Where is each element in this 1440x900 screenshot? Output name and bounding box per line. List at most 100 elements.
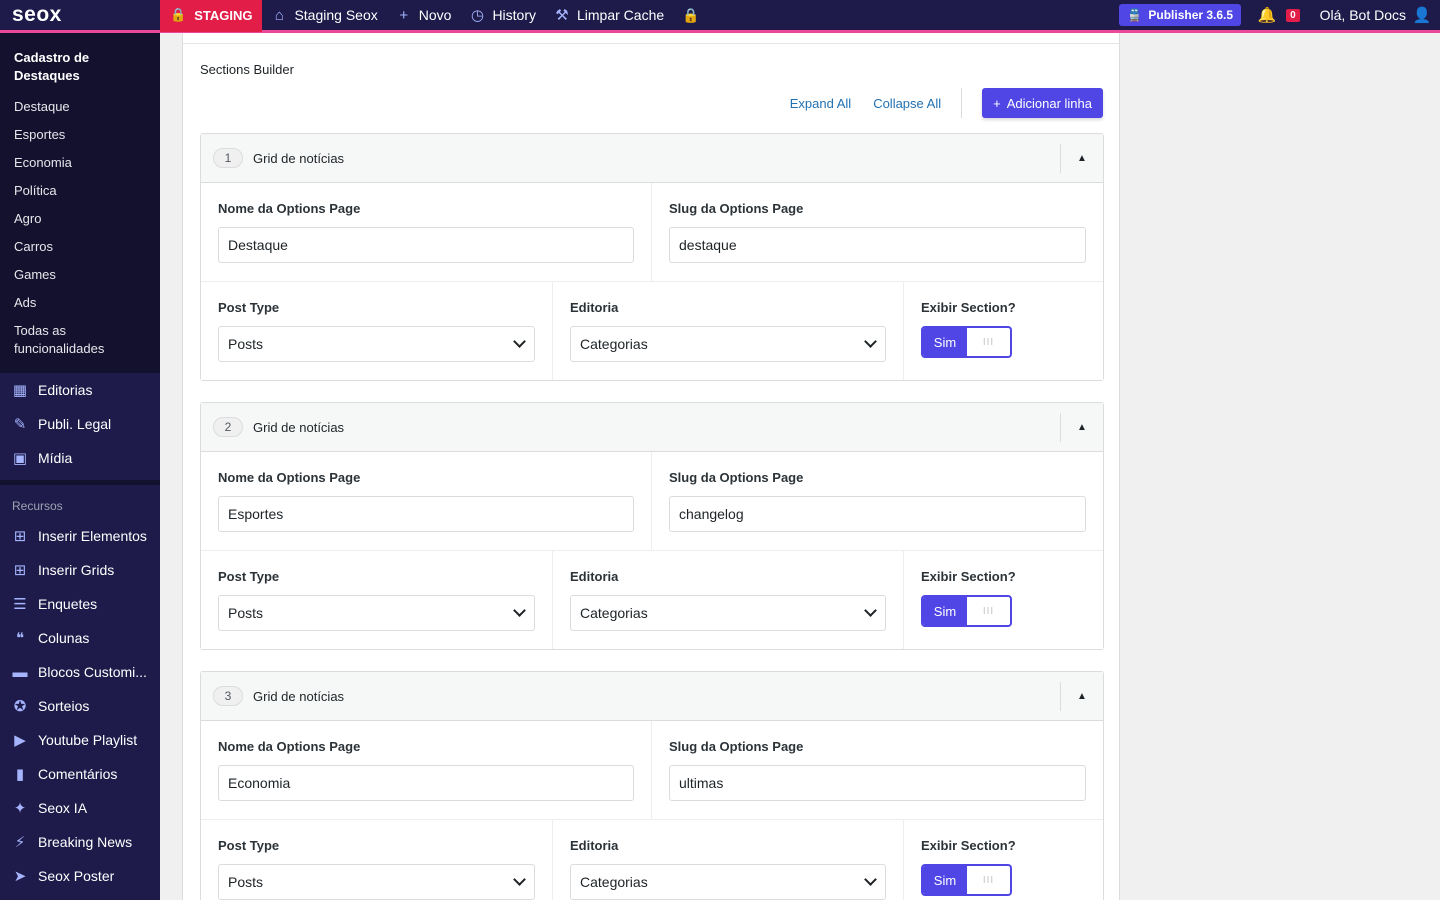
section-label-recursos: Recursos <box>12 499 63 513</box>
sidebar-item-midia[interactable]: ▣ Mídia <box>0 441 160 475</box>
lock-toggle[interactable]: 🔒 <box>673 0 708 32</box>
submenu-title[interactable]: Cadastro de Destaques <box>0 49 160 85</box>
row-number: 1 <box>213 148 243 168</box>
row-header[interactable]: 3 Grid de notícias ▲ <box>201 672 1103 721</box>
row-header[interactable]: 1 Grid de notícias ▲ <box>201 134 1103 183</box>
sidebar-item-enquetes[interactable]: ☰ Enquetes <box>0 587 160 621</box>
sidebar-item-seox-ia[interactable]: ✦ Seox IA <box>0 791 160 825</box>
chevron-down-icon <box>513 873 526 886</box>
publisher-badge[interactable]: 🚆 Publisher 3.6.5 <box>1119 4 1242 26</box>
slug-label: Slug da Options Page <box>669 470 804 485</box>
show-toggle[interactable]: Sim III <box>921 326 1012 358</box>
sidebar-item-seox-poster[interactable]: ➤ Seox Poster <box>0 859 160 893</box>
slug-label: Slug da Options Page <box>669 201 804 216</box>
editoria-label: Editoria <box>570 300 619 315</box>
sidebar-item-comentarios[interactable]: ▮ Comentários <box>0 757 160 791</box>
add-grid-icon: ⊞ <box>13 562 27 579</box>
new-label: Novo <box>418 7 452 23</box>
sidebar-item-publi-legal[interactable]: ✎ Publi. Legal <box>0 407 160 441</box>
collapse-all-link[interactable]: Collapse All <box>873 96 941 111</box>
slug-input[interactable]: ultimas <box>669 765 1086 801</box>
sidebar-item-blocos[interactable]: ▬ Blocos Customi... <box>0 655 160 689</box>
submenu-item-destaque[interactable]: Destaque <box>0 93 160 121</box>
submenu-item-todas[interactable]: Todas as funcionalidades <box>0 317 160 363</box>
name-input[interactable]: Destaque <box>218 227 634 263</box>
sidebar-item-label: Breaking News <box>38 834 133 850</box>
submenu-item-carros[interactable]: Carros <box>0 233 160 261</box>
row-header[interactable]: 2 Grid de notícias ▲ <box>201 403 1103 452</box>
section-row: 2 Grid de notícias ▲ Nome da Options Pag… <box>200 402 1104 650</box>
new-link[interactable]: + Novo <box>387 0 461 32</box>
quote-icon: ❝ <box>15 630 25 647</box>
sidebar-item-sorteios[interactable]: ✪ Sorteios <box>0 689 160 723</box>
staging-badge[interactable]: 🔒 STAGING <box>160 0 263 32</box>
show-label: Exibir Section? <box>921 300 1016 315</box>
edit-icon: ✎ <box>13 416 27 433</box>
sidebar-item-label: Inserir Elementos <box>38 528 147 544</box>
user-icon: 👤 <box>1412 7 1432 24</box>
post-type-select[interactable]: Posts <box>218 326 535 362</box>
plus-icon: + <box>993 95 1001 111</box>
bell-icon: 🔔 <box>1257 7 1277 24</box>
toggle-grip-icon: III <box>982 336 995 348</box>
editoria-label: Editoria <box>570 838 619 853</box>
grid-icon: ▦ <box>12 382 28 399</box>
award-icon: ✪ <box>13 698 27 715</box>
toggle-label: Sim <box>923 597 967 625</box>
name-input[interactable]: Economia <box>218 765 634 801</box>
slug-input[interactable]: changelog <box>669 496 1086 532</box>
add-row-button[interactable]: + Adicionar linha <box>982 88 1103 118</box>
submenu-item-economia[interactable]: Economia <box>0 149 160 177</box>
history-label: History <box>492 7 536 23</box>
add-box-icon: ⊞ <box>13 528 27 545</box>
show-toggle[interactable]: Sim III <box>921 595 1012 627</box>
site-link[interactable]: ⌂ Staging Seox <box>262 0 386 32</box>
sidebar-item-label: Seox Poster <box>38 868 115 884</box>
playlist-icon: ▶ <box>14 732 26 749</box>
sidebar-item-breaking-news[interactable]: ⚡ Breaking News <box>0 825 160 859</box>
admin-sidebar: Cadastro de Destaques Destaque Esportes … <box>0 30 160 900</box>
post-type-value: Posts <box>228 874 264 890</box>
history-link[interactable]: ◷ History <box>460 0 545 32</box>
chevron-down-icon <box>864 335 877 348</box>
user-menu[interactable]: Olá, Bot Docs 👤 <box>1320 6 1440 24</box>
sidebar-item-label: Sorteios <box>38 698 90 714</box>
collapse-toggle-icon[interactable]: ▲ <box>1060 413 1103 442</box>
show-toggle[interactable]: Sim III <box>921 864 1012 896</box>
post-type-select[interactable]: Posts <box>218 595 535 631</box>
history-icon: ◷ <box>470 7 484 24</box>
editoria-value: Categorias <box>580 874 648 890</box>
submenu-item-ads[interactable]: Ads <box>0 289 160 317</box>
section-row: 3 Grid de notícias ▲ Nome da Options Pag… <box>200 671 1104 900</box>
collapse-toggle-icon[interactable]: ▲ <box>1060 144 1103 173</box>
sidebar-item-colunas[interactable]: ❝ Colunas <box>0 621 160 655</box>
comment-icon: ▮ <box>15 766 25 783</box>
sidebar-item-label: Blocos Customi... <box>38 664 147 680</box>
sidebar-item-editorias[interactable]: ▦ Editorias <box>0 373 160 407</box>
page-title: Sections Builder <box>200 62 294 77</box>
slug-input[interactable]: destaque <box>669 227 1086 263</box>
sidebar-item-label: Publi. Legal <box>38 416 112 432</box>
post-type-select[interactable]: Posts <box>218 864 535 900</box>
sidebar-item-label: Inserir Grids <box>38 562 115 578</box>
editoria-select[interactable]: Categorias <box>570 326 886 362</box>
sidebar-item-inserir-grids[interactable]: ⊞ Inserir Grids <box>0 553 160 587</box>
editoria-select[interactable]: Categorias <box>570 864 886 900</box>
broom-icon: ⚒ <box>555 7 569 24</box>
name-input[interactable]: Esportes <box>218 496 634 532</box>
notifications[interactable]: 🔔 0 <box>1255 0 1304 32</box>
clear-cache-link[interactable]: ⚒ Limpar Cache <box>545 0 673 32</box>
submenu-item-games[interactable]: Games <box>0 261 160 289</box>
show-label: Exibir Section? <box>921 569 1016 584</box>
sidebar-item-youtube-playlist[interactable]: ▶ Youtube Playlist <box>0 723 160 757</box>
submenu-item-politica[interactable]: Política <box>0 177 160 205</box>
editoria-select[interactable]: Categorias <box>570 595 886 631</box>
seox-logo[interactable]: seox <box>0 0 160 32</box>
submenu-item-agro[interactable]: Agro <box>0 205 160 233</box>
submenu-item-esportes[interactable]: Esportes <box>0 121 160 149</box>
sidebar-item-inserir-elementos[interactable]: ⊞ Inserir Elementos <box>0 519 160 553</box>
collapse-toggle-icon[interactable]: ▲ <box>1060 682 1103 711</box>
expand-all-link[interactable]: Expand All <box>790 96 851 111</box>
sidebar-item-label: Comentários <box>38 766 118 782</box>
row-title: Grid de notícias <box>253 419 345 435</box>
